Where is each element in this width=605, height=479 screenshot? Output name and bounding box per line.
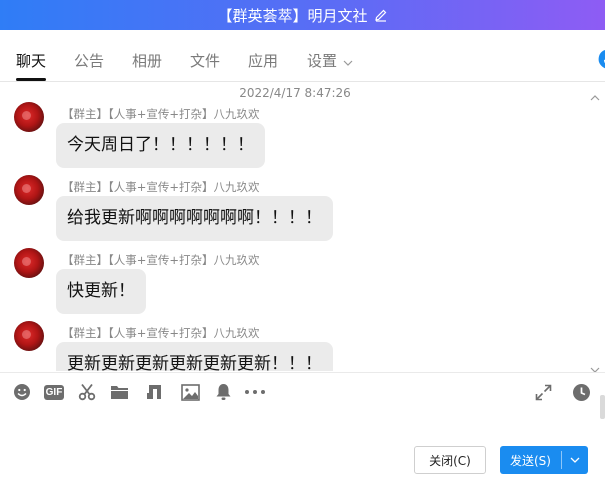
image-icon[interactable] <box>180 382 200 402</box>
gif-icon[interactable]: GIF <box>43 382 65 402</box>
window-title: 【群英荟萃】明月文社 <box>217 6 368 25</box>
gif-label: GIF <box>43 384 65 400</box>
message-bubble[interactable]: 更新更新更新更新更新更新！！！ <box>56 342 333 371</box>
message-timestamp: 2022/4/17 8:47:26 <box>239 86 351 100</box>
input-toolbar: GIF <box>0 372 605 410</box>
tab-files[interactable]: 文件 <box>190 50 220 71</box>
tab-announcement[interactable]: 公告 <box>74 50 104 71</box>
bell-icon[interactable] <box>213 382 233 402</box>
sender-name: 【群主】【人事+宣传+打杂】八九玖欢 <box>62 253 260 267</box>
avatar[interactable] <box>14 175 44 205</box>
more-icon[interactable] <box>244 382 266 402</box>
emoji-icon[interactable] <box>12 382 32 402</box>
avatar[interactable] <box>14 321 44 351</box>
sender-name: 【群主】【人事+宣传+打杂】八九玖欢 <box>62 107 260 121</box>
tab-apps[interactable]: 应用 <box>248 50 278 71</box>
title-bar: 【群英荟萃】明月文社 <box>0 0 605 30</box>
active-tab-indicator <box>16 78 46 81</box>
message-bubble[interactable]: 快更新！ <box>56 269 146 314</box>
edit-icon[interactable] <box>374 8 388 22</box>
avatar[interactable] <box>14 248 44 278</box>
history-icon[interactable] <box>571 382 591 402</box>
chevron-down-icon <box>343 53 353 71</box>
message-bubble[interactable]: 今天周日了！！！！！！ <box>56 123 265 168</box>
music-icon[interactable] <box>144 382 164 402</box>
send-button[interactable]: 发送(S) <box>500 446 588 474</box>
avatar[interactable] <box>14 102 44 132</box>
tab-settings[interactable]: 设置 <box>307 50 353 71</box>
tab-bar: 聊天 公告 相册 文件 应用 设置 <box>0 30 605 82</box>
scissors-icon[interactable] <box>77 382 97 402</box>
folder-icon[interactable] <box>109 382 129 402</box>
tab-album[interactable]: 相册 <box>132 50 162 71</box>
close-button[interactable]: 关闭(C) <box>414 446 486 474</box>
phone-icon[interactable] <box>595 48 605 74</box>
message-bubble[interactable]: 给我更新啊啊啊啊啊啊啊！！！！ <box>56 196 333 241</box>
chevron-down-icon[interactable] <box>562 457 588 464</box>
send-button-label: 发送(S) <box>510 453 551 468</box>
scroll-up-icon[interactable] <box>590 86 600 105</box>
sender-name: 【群主】【人事+宣传+打杂】八九玖欢 <box>62 326 260 340</box>
chat-messages[interactable]: 2022/4/17 8:47:26 【群主】【人事+宣传+打杂】八九玖欢 今天周… <box>0 83 590 371</box>
tab-chat[interactable]: 聊天 <box>16 50 46 71</box>
expand-icon[interactable] <box>533 382 553 402</box>
tab-settings-label: 设置 <box>307 52 338 70</box>
sender-name: 【群主】【人事+宣传+打杂】八九玖欢 <box>62 180 260 194</box>
